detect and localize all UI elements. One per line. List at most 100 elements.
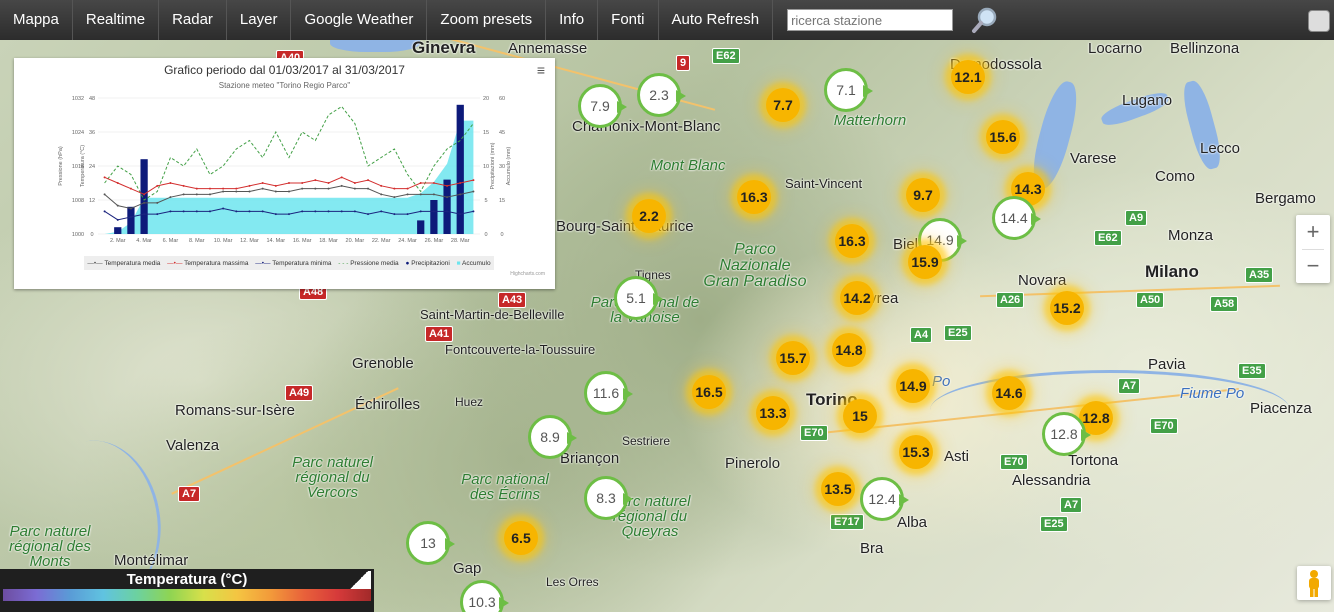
place-label: Varese xyxy=(1070,150,1117,167)
station-marker[interactable]: 13 xyxy=(406,521,455,565)
station-marker[interactable]: 13.5 xyxy=(821,472,855,506)
station-marker[interactable]: 14.4 xyxy=(992,196,1041,240)
place-label: Lugano xyxy=(1122,92,1173,109)
place-label: Locarno xyxy=(1088,40,1143,57)
x-tick-label: 20. Mar xyxy=(346,238,365,244)
station-marker[interactable]: 14.9 xyxy=(896,369,930,403)
station-marker[interactable]: 15.3 xyxy=(899,435,933,469)
search-button[interactable] xyxy=(965,0,1005,40)
nav-google-weather[interactable]: Google Weather xyxy=(291,0,428,40)
nav-fonti[interactable]: Fonti xyxy=(598,0,659,40)
x-tick-label: 14. Mar xyxy=(266,238,285,244)
station-marker[interactable]: 16.3 xyxy=(835,224,869,258)
station-marker[interactable]: 8.9 xyxy=(528,415,577,459)
station-marker[interactable]: 15.2 xyxy=(1050,291,1084,325)
series-point xyxy=(353,210,356,213)
x-tick-label: 4. Mar xyxy=(136,238,152,244)
series-point xyxy=(195,193,198,196)
station-marker[interactable]: 7.9 xyxy=(578,84,627,128)
series-point xyxy=(419,210,422,213)
series-point xyxy=(274,213,277,216)
chart-plot: 1032 48 20 601024 36 15 451016 24 10 301008 12 5 151… xyxy=(58,96,512,244)
series-point xyxy=(459,182,462,184)
nav-info[interactable]: Info xyxy=(546,0,599,40)
station-marker[interactable]: 13.3 xyxy=(756,396,790,430)
station-marker[interactable]: 10.3 xyxy=(460,580,509,612)
station-marker[interactable]: 7.1 xyxy=(824,68,873,112)
zoom-in-button[interactable]: + xyxy=(1296,215,1330,249)
highway-shield: A58 xyxy=(1210,296,1239,312)
highway-shield: A35 xyxy=(1245,267,1274,283)
station-marker[interactable]: 15.9 xyxy=(908,245,942,279)
series-point xyxy=(314,210,317,213)
series-point xyxy=(406,187,409,190)
legend-item[interactable]: - - - Pressione media xyxy=(338,260,398,267)
legend-item[interactable]: ■ Accumulo xyxy=(457,260,491,267)
series-point xyxy=(288,213,290,216)
legend-item[interactable]: —•— Temperatura media xyxy=(87,260,160,267)
station-marker[interactable]: 15.7 xyxy=(776,341,810,375)
station-marker[interactable]: 2.2 xyxy=(632,199,666,233)
series-point xyxy=(235,210,238,213)
nav-radar[interactable]: Radar xyxy=(159,0,227,40)
highway-shield: E70 xyxy=(1150,418,1178,434)
station-chart-panel: Grafico periodo dal 01/03/2017 al 31/03/… xyxy=(14,58,555,289)
place-label: Como xyxy=(1155,168,1196,185)
series-point xyxy=(301,210,304,213)
station-marker[interactable]: 16.3 xyxy=(737,180,771,214)
y-tick-precip: 10 xyxy=(483,164,489,170)
station-marker[interactable]: 14.8 xyxy=(832,333,866,367)
series-point xyxy=(129,187,132,190)
legend-item[interactable]: ● Precipitazioni xyxy=(405,260,449,267)
chart-credit: Highcharts.com xyxy=(510,271,545,277)
station-marker[interactable]: 8.3 xyxy=(584,476,633,520)
legend-item[interactable]: —•— Temperatura minima xyxy=(255,260,331,267)
chart-legend: —•— Temperatura media —•— Temperatura ma… xyxy=(84,256,494,270)
station-marker[interactable]: 15 xyxy=(843,399,877,433)
station-marker[interactable]: 16.5 xyxy=(692,375,726,409)
series-point xyxy=(169,182,172,184)
series-point xyxy=(116,204,119,207)
y-tick-pressure: 1032 xyxy=(72,96,84,102)
highway-shield: A7 xyxy=(1060,497,1083,513)
series-point xyxy=(301,182,304,184)
place-label: Les Orres xyxy=(546,575,599,589)
series-point xyxy=(248,184,251,187)
place-label: Échirolles xyxy=(355,396,421,413)
zoom-out-button[interactable]: − xyxy=(1296,249,1330,283)
station-marker[interactable]: 2.3 xyxy=(637,73,686,117)
nav-zoom-presets[interactable]: Zoom presets xyxy=(427,0,547,40)
legend-item[interactable]: —•— Temperatura massima xyxy=(167,260,248,267)
y-axis-label: Temperatura (°C) xyxy=(80,145,86,187)
series-point xyxy=(143,193,146,196)
station-marker[interactable]: 12.4 xyxy=(860,477,909,521)
x-tick-label: 10. Mar xyxy=(214,238,233,244)
nav-mappa[interactable]: Mappa xyxy=(0,0,73,40)
nav-realtime[interactable]: Realtime xyxy=(73,0,160,40)
series-point xyxy=(472,210,475,213)
station-search-input[interactable] xyxy=(787,9,954,31)
window-menu-button[interactable] xyxy=(1308,10,1330,32)
street-view-pegman[interactable] xyxy=(1297,566,1331,600)
series-point xyxy=(406,193,409,196)
station-marker[interactable]: 5.1 xyxy=(614,276,663,320)
series-point xyxy=(274,184,277,187)
nav-layer[interactable]: Layer xyxy=(227,0,292,40)
station-marker[interactable]: 9.7 xyxy=(906,178,940,212)
station-marker[interactable]: 14.6 xyxy=(992,376,1026,410)
station-marker[interactable]: 6.5 xyxy=(504,521,538,555)
station-marker[interactable]: 12.8 xyxy=(1042,412,1091,456)
legend-collapse-icon[interactable] xyxy=(347,571,371,589)
station-marker[interactable]: 7.7 xyxy=(766,88,800,122)
lake-geneva xyxy=(330,40,420,52)
series-point xyxy=(182,193,185,196)
station-marker[interactable]: 12.1 xyxy=(951,60,985,94)
x-tick-label: 28. Mar xyxy=(451,238,470,244)
station-marker[interactable]: 15.6 xyxy=(986,120,1020,154)
place-label: Asti xyxy=(944,448,970,465)
nav-auto-refresh[interactable]: Auto Refresh xyxy=(659,0,774,40)
station-marker[interactable]: 11.6 xyxy=(584,371,633,415)
series-point xyxy=(208,193,211,196)
series-point xyxy=(103,176,106,179)
station-marker[interactable]: 14.2 xyxy=(840,281,874,315)
